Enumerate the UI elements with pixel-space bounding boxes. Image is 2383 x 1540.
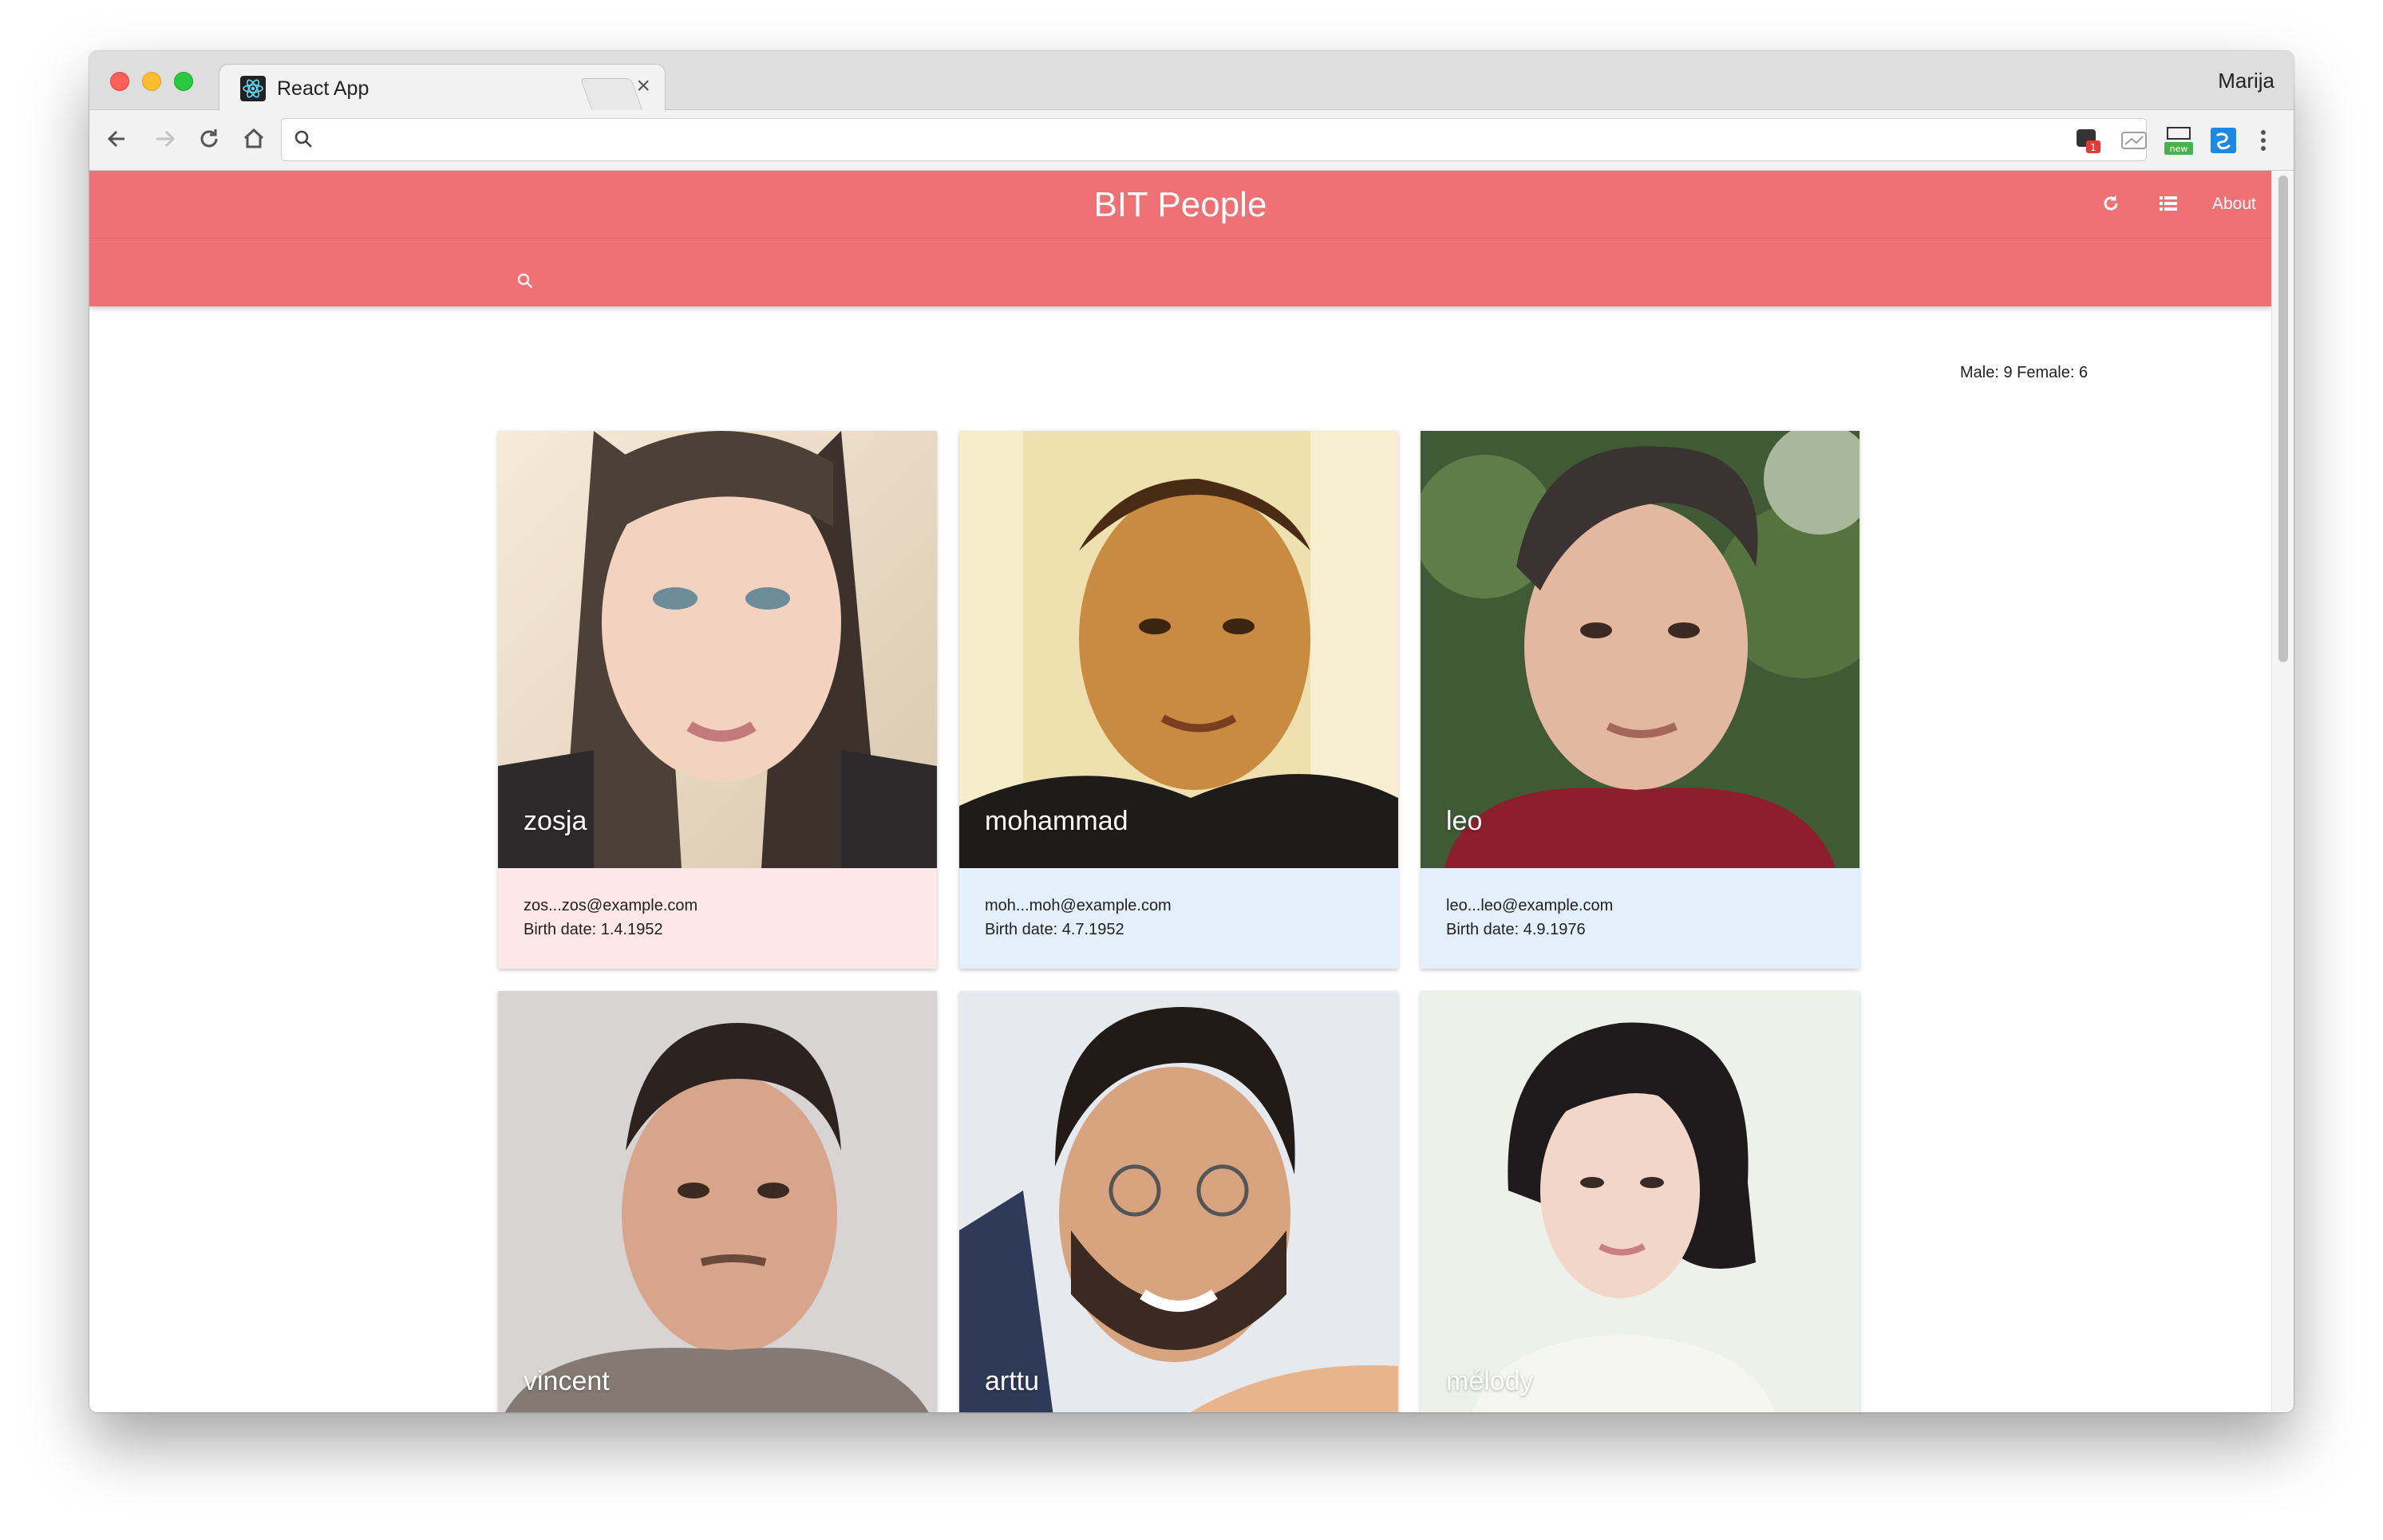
vertical-scrollbar[interactable] xyxy=(2271,171,2294,1412)
home-icon xyxy=(243,128,264,148)
svg-text:new: new xyxy=(2170,144,2188,154)
user-email: leo...leo@example.com xyxy=(1446,897,1614,914)
user-info: zos...zos@example.com Birth date: 1.4.19… xyxy=(498,868,937,969)
app-title: BIT People xyxy=(1093,185,1267,224)
user-name: zosja xyxy=(524,806,587,836)
search-icon xyxy=(516,271,535,294)
react-icon xyxy=(240,76,266,101)
user-name: leo xyxy=(1446,806,1483,836)
browser-toolbar: 1 new xyxy=(89,110,2294,171)
user-name: vincent xyxy=(524,1366,610,1396)
user-card[interactable]: vincent xyxy=(498,991,937,1412)
reload-icon xyxy=(200,129,218,148)
extension-4-icon[interactable] xyxy=(2207,124,2239,156)
user-card[interactable]: zosja zos...zos@example.com Birth date: … xyxy=(498,431,937,969)
app-header: BIT People About xyxy=(89,171,2271,306)
about-link[interactable]: About xyxy=(2212,195,2256,214)
header-divider xyxy=(89,238,2271,239)
user-birth-date: Birth date: 4.9.1976 xyxy=(1446,921,1586,938)
user-name: arttu xyxy=(985,1366,1040,1396)
user-info: moh...moh@example.com Birth date: 4.7.19… xyxy=(959,868,1398,969)
user-email: moh...moh@example.com xyxy=(985,897,1172,914)
user-photo xyxy=(498,431,937,868)
user-birth-date: Birth date: 1.4.1952 xyxy=(524,921,663,938)
extension-1-icon[interactable]: 1 xyxy=(2073,124,2105,156)
user-card[interactable]: mélody xyxy=(1421,991,1859,1412)
user-photo xyxy=(498,991,937,1412)
tab-strip: React App × Marija xyxy=(89,51,2294,110)
user-photo xyxy=(1421,991,1859,1412)
user-birth-date: Birth date: 4.7.1952 xyxy=(985,921,1124,938)
minimize-window-button[interactable] xyxy=(142,72,161,91)
address-bar[interactable] xyxy=(281,118,2147,161)
user-email: zos...zos@example.com xyxy=(524,897,698,914)
page-viewport: BIT People About Male: 9 Female: 6 zosja… xyxy=(89,171,2271,1412)
extension-3-icon[interactable]: new xyxy=(2163,124,2195,156)
user-photo xyxy=(1421,431,1859,868)
user-name: mohammad xyxy=(985,806,1128,836)
arrow-right-icon xyxy=(156,130,176,148)
home-button[interactable] xyxy=(236,121,271,156)
scrollbar-thumb[interactable] xyxy=(2278,176,2288,662)
reload-button[interactable] xyxy=(192,121,227,156)
user-info: leo...leo@example.com Birth date: 4.9.19… xyxy=(1421,868,1859,969)
user-photo xyxy=(959,431,1398,868)
user-card[interactable]: arttu xyxy=(959,991,1398,1412)
svg-text:1: 1 xyxy=(2090,142,2096,153)
gender-stats: Male: 9 Female: 6 xyxy=(1960,364,2089,381)
search-input[interactable] xyxy=(539,263,1816,295)
forward-button[interactable] xyxy=(147,121,182,156)
back-button[interactable] xyxy=(101,121,136,156)
more-menu-icon[interactable] xyxy=(2254,124,2273,156)
browser-window: React App × Marija 1 new BIT People Abou… xyxy=(89,51,2294,1412)
list-view-icon[interactable] xyxy=(2156,192,2180,219)
profile-name[interactable]: Marija xyxy=(2218,69,2274,93)
maximize-window-button[interactable] xyxy=(174,72,193,91)
user-name: mélody xyxy=(1446,1366,1534,1396)
user-card[interactable]: mohammad moh...moh@example.com Birth dat… xyxy=(959,431,1398,969)
user-card[interactable]: leo leo...leo@example.com Birth date: 4.… xyxy=(1421,431,1859,969)
close-tab-icon[interactable]: × xyxy=(636,74,650,98)
user-photo xyxy=(959,991,1398,1412)
refresh-icon[interactable] xyxy=(2099,192,2123,219)
close-window-button[interactable] xyxy=(110,72,129,91)
tab-title: React App xyxy=(277,77,370,100)
search-icon xyxy=(294,130,312,148)
arrow-left-icon xyxy=(107,130,124,148)
extension-2-icon[interactable] xyxy=(2118,124,2150,156)
